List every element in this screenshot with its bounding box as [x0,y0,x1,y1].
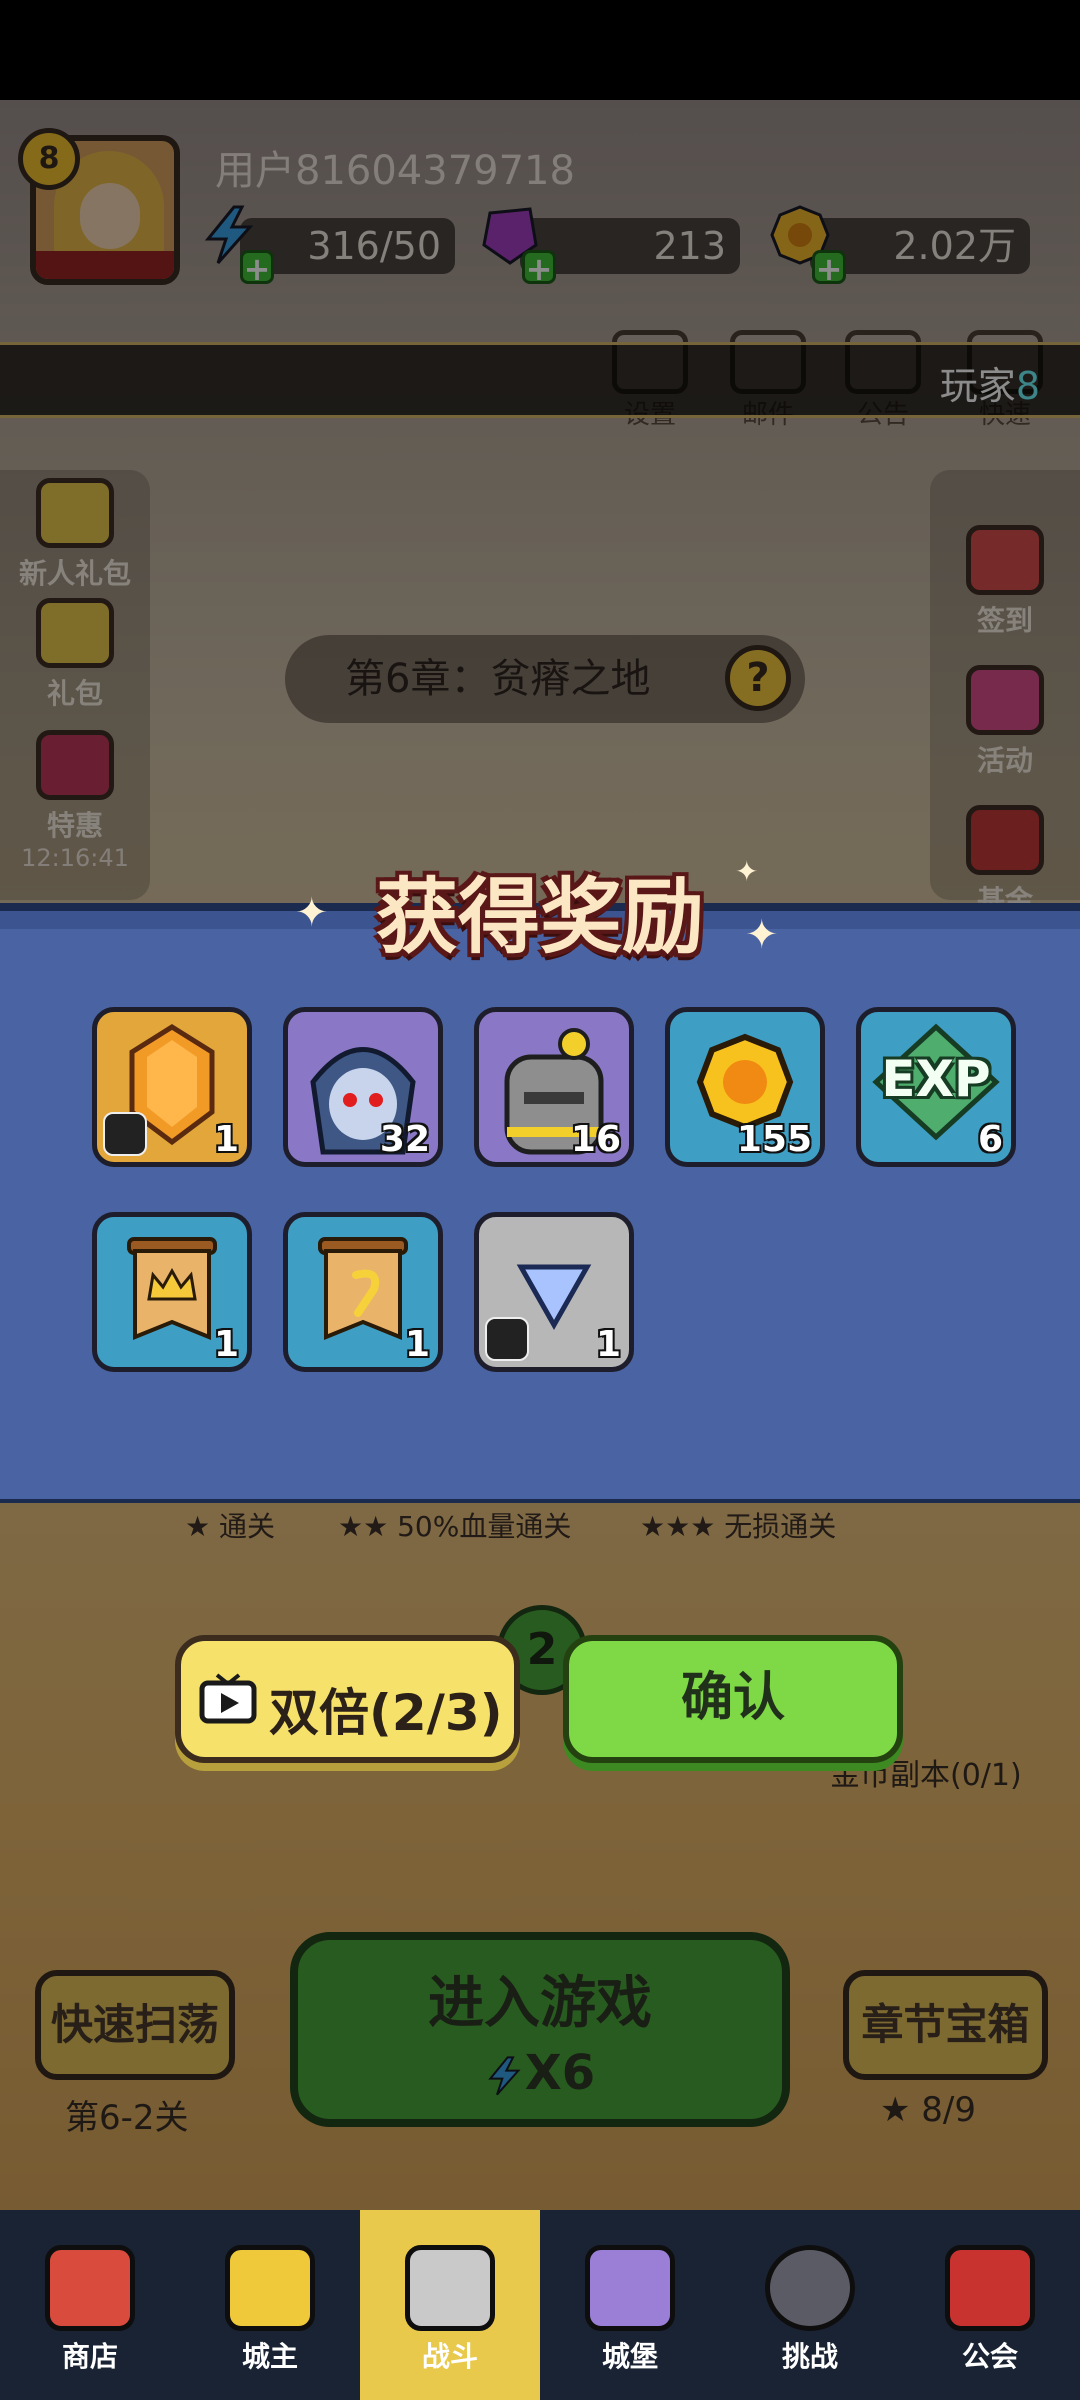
nav-battle-label: 战斗 [421,2340,478,2373]
castle-icon [585,2245,675,2331]
reward-item-golem-hero[interactable]: 16 [474,1007,634,1167]
nav-castle[interactable]: 城堡 [540,2210,720,2400]
reward-title: 获得奖励 [375,870,704,965]
nav-challenge[interactable]: 挑战 [720,2210,900,2400]
reward-item-knight-hero[interactable]: 32 [283,1007,443,1167]
boot-tag-icon [485,1317,529,1361]
reward-item-crown-scroll[interactable]: 1 [92,1212,252,1372]
reward-count: 1 [213,1324,239,1365]
demon-mask-icon [765,2245,855,2331]
reward-item-gold-coin[interactable]: 155 [665,1007,825,1167]
nav-guild-label: 公会 [961,2340,1018,2373]
reward-item-rune-scroll[interactable]: 1 [283,1212,443,1372]
crossed-swords-icon [405,2245,495,2331]
nav-battle[interactable]: 战斗 [360,2210,540,2400]
double-reward-label: 双倍(2/3) [269,1684,503,1742]
reward-count: 1 [404,1324,430,1365]
reward-count: 6 [977,1119,1003,1160]
video-ad-icon [199,1673,257,1724]
bind-tag-icon [103,1112,147,1156]
nav-guild[interactable]: 公会 [900,2210,1080,2400]
reward-item-exp[interactable]: EXP 6 [856,1007,1016,1167]
double-reward-button[interactable]: 双倍(2/3) [175,1635,520,1763]
exp-label: EXP [881,1050,991,1108]
reward-modal [0,903,1080,1503]
shop-icon [45,2245,135,2331]
nav-castle-label: 城堡 [601,2340,658,2373]
crown-icon [225,2245,315,2331]
nav-shop-label: 商店 [61,2340,118,2373]
reward-count: 16 [570,1119,621,1160]
reward-count: 155 [736,1119,812,1160]
reward-count: 1 [213,1119,239,1160]
confirm-button[interactable]: 确认 [563,1635,903,1763]
nav-lord-label: 城主 [241,2340,298,2373]
reward-count: 1 [595,1324,621,1365]
status-bar [0,0,1080,100]
guild-banner-icon [945,2245,1035,2331]
nav-shop[interactable]: 商店 [0,2210,180,2400]
nav-challenge-label: 挑战 [781,2340,838,2373]
reward-item-blue-gem[interactable]: 1 [474,1212,634,1372]
reward-count: 32 [379,1119,430,1160]
reward-item-gold-crystal[interactable]: 1 [92,1007,252,1167]
nav-lord[interactable]: 城主 [180,2210,360,2400]
